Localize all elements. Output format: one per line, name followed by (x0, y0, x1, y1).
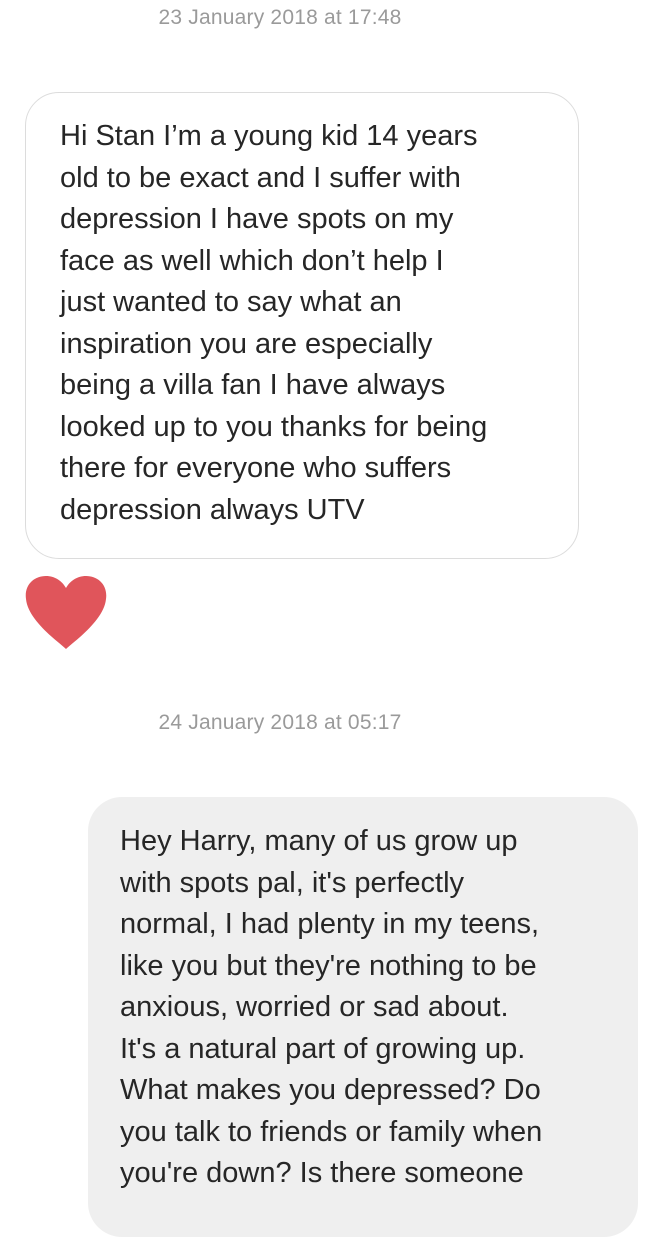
received-message-bubble[interactable]: Hi Stan I’m a young kid 14 years old to … (25, 92, 579, 559)
message-text-line: you talk to friends or family when (120, 1115, 543, 1148)
message-timestamp: 24 January 2018 at 05:17 (158, 711, 402, 734)
message-text-line: being a villa fan I have always (60, 369, 446, 401)
heart-reaction-shape (25, 576, 107, 649)
message-text-line: It's a natural part of growing up. (120, 1032, 526, 1065)
message-text-line: depression always UTV (60, 493, 365, 526)
heart-icon[interactable] (24, 575, 108, 651)
message-text-line: normal, I had plenty in my teens, (120, 908, 540, 940)
message-text-line: anxious, worried or sad about. (120, 991, 509, 1023)
message-text-line: just wanted to say what an (60, 286, 402, 318)
message-text-line: you're down? Is there someone (120, 1157, 524, 1189)
message-text-line: inspiration you are especially (60, 327, 433, 360)
message-text-line: Hey Harry, many of us grow up (120, 825, 518, 857)
message-text-line: Hi Stan I’m a young kid 14 years (60, 120, 478, 152)
sent-message-bubble[interactable]: Hey Harry, many of us grow up with spots… (88, 797, 638, 1237)
message-timestamp: 23 January 2018 at 17:48 (158, 6, 402, 29)
message-text-line: like you but they're nothing to be (120, 949, 537, 982)
message-text-line: looked up to you thanks for being (60, 410, 488, 443)
message-text-line: old to be exact and I suffer with (60, 161, 461, 194)
message-text-line: What makes you depressed? Do (120, 1074, 541, 1106)
message-text-line: there for everyone who suffers (60, 452, 452, 484)
message-text-line: face as well which don’t help I (60, 244, 444, 277)
message-text-line: with spots pal, it's perfectly (120, 866, 465, 899)
message-text-line: depression I have spots on my (60, 203, 454, 235)
